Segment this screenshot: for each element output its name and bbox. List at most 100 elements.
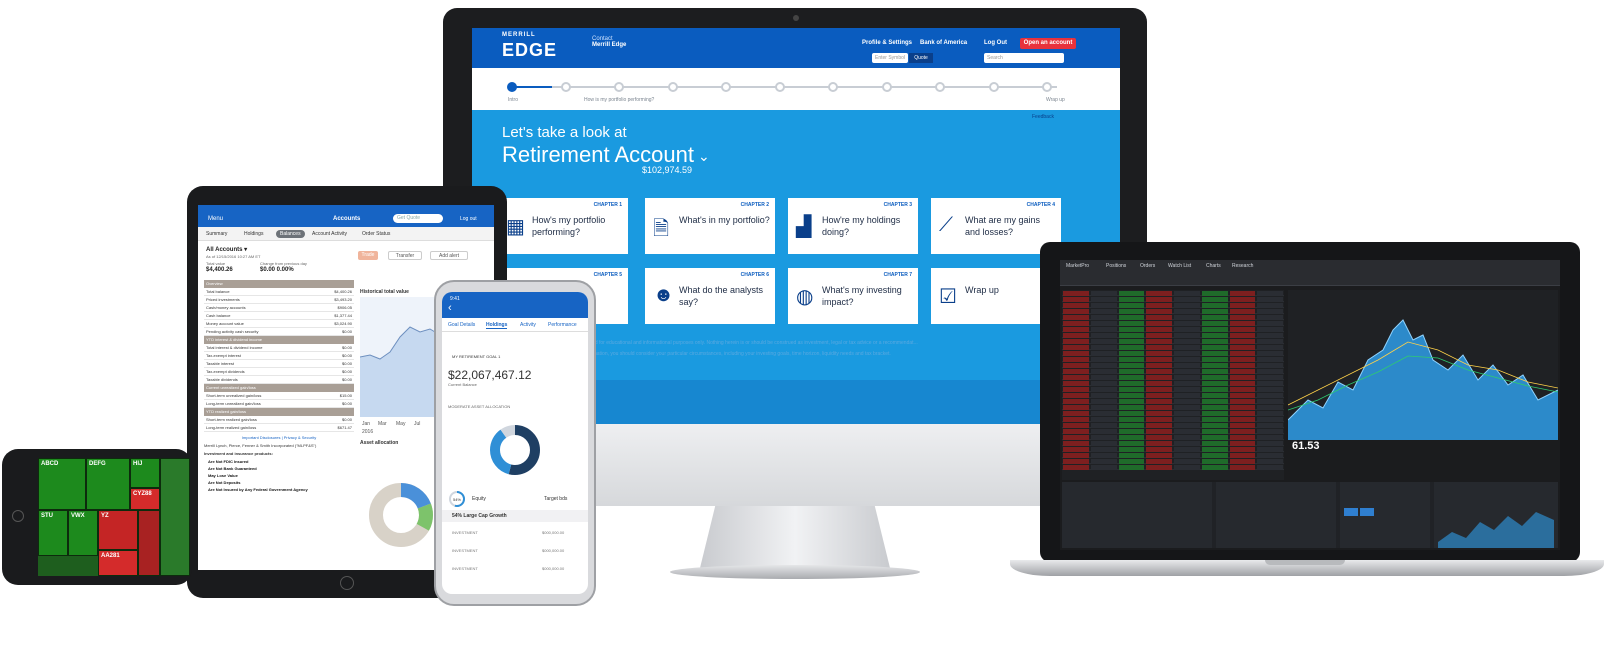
enter-symbol-input[interactable]: Enter Symbol [872,53,908,63]
chapter-card[interactable]: CHAPTER 6 ☻ What do the analysts say? [645,268,775,324]
chapter-number: CHAPTER 1 [593,202,622,208]
watchlist-cell [1063,327,1089,332]
tablet-logout-link[interactable]: Log out [460,216,477,222]
tab-balances[interactable]: Balances [276,230,305,238]
trade-button[interactable]: Trade [358,251,378,260]
back-arrow-icon[interactable]: ‹ [448,302,452,314]
chapter-card[interactable]: CHAPTER 1 ▦ How's my portfolio performing? [498,198,628,254]
watchlist-cell [1229,429,1256,434]
progress-step[interactable] [507,82,517,92]
heatmap-tile[interactable]: CYZ88 [130,488,160,510]
tab-activity[interactable]: Activity [520,322,536,328]
watchlist-cell [1229,393,1256,398]
tab-account-activity[interactable]: Account Activity [312,231,347,237]
progress-step[interactable] [1042,82,1052,92]
heatmap-tile[interactable]: YZ [98,510,138,550]
laptop-tab-positions[interactable]: Positions [1106,263,1126,269]
chevron-down-icon[interactable]: ⌄ [698,148,710,165]
tab-performance[interactable]: Performance [548,322,577,328]
watchlist-cell [1063,429,1089,434]
monitor-stand [700,506,890,568]
watchlist-cell [1063,357,1089,362]
watchlist-cell [1174,417,1200,422]
progress-step[interactable] [935,82,945,92]
add-alert-button[interactable]: Add alert [430,251,468,260]
progress-step[interactable] [988,82,999,92]
account-dropdown[interactable]: All Accounts ▾ [206,246,247,253]
bullet-item: Are Not FDIC Insured [208,459,249,464]
progress-step[interactable] [828,82,838,92]
allocation-donut-chart[interactable] [485,420,545,480]
row-value: $4,400.26 [334,289,352,294]
chapter-card[interactable]: CHAPTER 7 ◍ What's my investing impact? [788,268,918,324]
contact-link[interactable]: Contact Merrill Edge [592,36,626,48]
watchlist-cell [1118,423,1145,428]
progress-step[interactable] [560,82,571,92]
open-account-button[interactable]: Open an account [1020,38,1076,49]
row-label: Taxable dividends [206,377,238,382]
feedback-link[interactable]: Feedback [1032,114,1054,120]
watchlist-cell [1118,303,1145,308]
watchlist-cell [1063,453,1089,458]
heatmap-tile[interactable] [160,458,190,576]
watchlist-cell [1201,405,1228,410]
watchlist-cell [1174,321,1200,326]
tablet-home-button[interactable] [340,576,354,590]
tablet-quote-input[interactable]: Get Quote [393,214,443,223]
tab-holdings[interactable]: Holdings [244,231,263,237]
price-chart[interactable] [1287,290,1559,440]
watchlist-cell [1229,405,1256,410]
watchlist-cell [1257,423,1283,428]
disclaimer-line-2: ...ormation, you should consider your pa… [584,351,891,357]
bank-of-america-link[interactable]: Bank of America [920,40,967,46]
tablet-menu-button[interactable]: Menu [208,216,223,222]
phone-home-button[interactable] [12,510,24,522]
webcam [793,15,799,21]
chapter-number: CHAPTER 2 [740,202,769,208]
tab-order-status[interactable]: Order Status [362,231,390,237]
total-value: $4,400.26 [206,267,233,273]
laptop-tab-watchlist[interactable]: Watch List [1168,263,1191,269]
progress-step[interactable] [881,82,892,92]
progress-track [512,86,1057,88]
tab-summary[interactable]: Summary [206,231,227,237]
merrill-edge-logo[interactable]: EDGE [502,40,557,61]
fund-value: $000,000.00 [542,548,565,553]
tab-holdings[interactable]: Holdings [486,322,508,329]
watchlist-cell [1174,453,1200,458]
laptop-tab-orders[interactable]: Orders [1140,263,1155,269]
heatmap-tile[interactable]: VWX [68,510,98,556]
heatmap-tile[interactable]: AA281 [98,550,138,576]
progress-step[interactable] [667,82,678,92]
tab-goal-details[interactable]: Goal Details [448,322,475,328]
progress-step[interactable] [774,82,785,92]
laptop-tab-charts[interactable]: Charts [1206,263,1221,269]
row-value: $0.00 [341,417,352,422]
chapter-card[interactable]: CHAPTER 2 🗎 What's in my portfolio? [645,198,775,254]
chapter-card[interactable]: CHAPTER 3 ▟ How're my holdings doing? [788,198,918,254]
progress-step[interactable] [721,82,731,92]
laptop-tab-research[interactable]: Research [1232,263,1253,269]
log-out-link[interactable]: Log Out [984,40,1007,46]
heatmap-tile[interactable]: HIJ [130,458,160,488]
watchlist-cell [1118,381,1145,386]
watchlist-cell [1118,453,1145,458]
disclosure-links[interactable]: Important Disclosures | Privacy & Securi… [204,435,354,440]
target-label[interactable]: Target bds [544,496,567,502]
progress-step[interactable] [614,82,624,92]
laptop-tab-marketpro[interactable]: MarketPro [1066,263,1089,269]
contact-merrill-edge[interactable]: Merrill Edge [592,42,626,48]
heatmap-tile[interactable]: DEFG [86,458,130,510]
watchlist-row[interactable] [1062,464,1284,470]
watchlist-cell [1063,417,1089,422]
heatmap-tile[interactable]: ABCD [38,458,86,510]
quote-button[interactable]: Quote [909,53,933,63]
search-input[interactable]: Search [984,53,1064,63]
transfer-button[interactable]: Transfer [388,251,422,260]
row-label: Short-term realized gain/loss [206,417,257,422]
profile-settings-link[interactable]: Profile & Settings [862,40,912,46]
heatmap-tile[interactable] [138,510,160,576]
watchlist-table[interactable] [1062,290,1284,480]
large-cap-growth-row[interactable]: 54% Large Cap Growth [442,510,588,522]
heatmap-tile[interactable]: STU [38,510,68,556]
